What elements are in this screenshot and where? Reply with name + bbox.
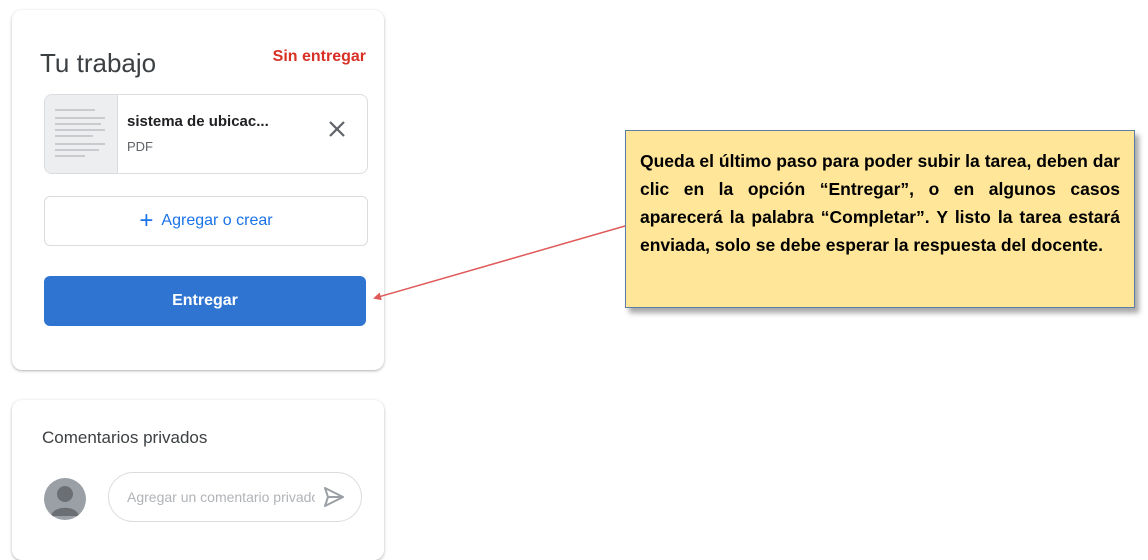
status-badge: Sin entregar (272, 48, 366, 65)
avatar-icon (44, 478, 86, 520)
callout-text: Queda el último paso para poder subir la… (640, 151, 1120, 255)
close-icon[interactable] (325, 117, 349, 141)
pdf-thumbnail (45, 95, 118, 173)
plus-icon: + (139, 207, 154, 234)
instruction-callout: Queda el último paso para poder subir la… (625, 130, 1135, 308)
your-work-card: Tu trabajo Sin entregar sistema de ubica… (12, 10, 384, 370)
add-or-create-button[interactable]: + Agregar o crear (44, 196, 368, 246)
private-comments-title: Comentarios privados (42, 428, 208, 447)
attachment-name[interactable]: sistema de ubicac... (127, 113, 269, 130)
private-comments-card: Comentarios privados (12, 400, 384, 560)
add-or-create-label: Agregar o crear (161, 212, 273, 229)
attachment-card[interactable]: sistema de ubicac... PDF (44, 94, 368, 174)
attachment-type: PDF (127, 139, 153, 154)
send-icon[interactable] (322, 486, 346, 508)
your-work-title: Tu trabajo (40, 48, 157, 78)
submit-button[interactable]: Entregar (44, 276, 366, 326)
